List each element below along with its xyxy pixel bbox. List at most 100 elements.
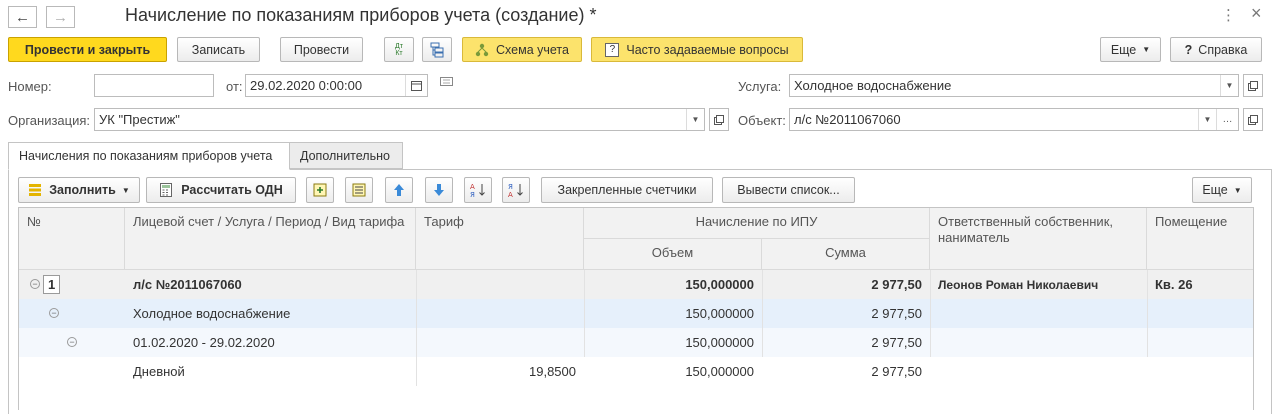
- service-value: Холодное водоснабжение: [794, 78, 952, 93]
- header-volume[interactable]: Объем: [584, 239, 762, 270]
- date-value: 29.02.2020 0:00:00: [250, 78, 363, 93]
- collapse-icon[interactable]: −: [30, 279, 40, 289]
- volume-cell: 150,000000: [685, 364, 754, 379]
- back-arrow-icon: ←: [15, 8, 30, 26]
- move-up-button[interactable]: [385, 177, 413, 203]
- fill-button[interactable]: Заполнить ▼: [18, 177, 140, 203]
- arrow-down-icon: [434, 184, 444, 196]
- sort-desc-button[interactable]: ЯА: [502, 177, 530, 203]
- premises-cell: Кв. 26: [1155, 277, 1193, 292]
- tariff-cell: 19,8500: [529, 364, 576, 379]
- open-icon: [1248, 80, 1258, 91]
- table-row[interactable]: Дневной 19,8500 150,000000 2 977,50: [19, 357, 1253, 386]
- list-row-button[interactable]: [345, 177, 373, 203]
- object-field[interactable]: л/с №2011067060 ▼ …: [789, 108, 1239, 131]
- organization-label: Организация:: [8, 113, 91, 128]
- header-tariff[interactable]: Тариф: [416, 208, 584, 270]
- scheme-icon: [475, 43, 489, 56]
- accruals-table: № Лицевой счет / Услуга / Период / Вид т…: [18, 207, 1254, 410]
- date-label: от:: [226, 79, 243, 94]
- write-button[interactable]: Записать: [177, 37, 260, 62]
- calendar-icon: [411, 81, 422, 91]
- post-button[interactable]: Провести: [280, 37, 363, 62]
- table-row[interactable]: − 01.02.2020 - 29.02.2020 150,000000 2 9…: [19, 328, 1253, 357]
- dt-kt-button[interactable]: Дт Кт: [384, 37, 414, 62]
- service-dropdown-icon[interactable]: ▼: [1220, 75, 1238, 96]
- organization-open-button[interactable]: [709, 108, 729, 131]
- number-label: Номер:: [8, 79, 52, 94]
- add-row-button[interactable]: [306, 177, 334, 203]
- service-open-button[interactable]: [1243, 74, 1263, 97]
- structure-button[interactable]: [422, 37, 452, 62]
- post-label: Провести: [293, 42, 350, 57]
- service-label: Услуга:: [738, 79, 782, 94]
- output-list-button[interactable]: Вывести список...: [722, 177, 855, 203]
- sort-descending-icon: ЯА: [508, 183, 523, 198]
- scheme-label: Схема учета: [496, 42, 569, 57]
- header-account[interactable]: Лицевой счет / Услуга / Период / Вид тар…: [125, 208, 416, 270]
- output-list-label: Вывести список...: [737, 183, 840, 197]
- sum-cell: 2 977,50: [871, 335, 922, 350]
- fixed-meters-button[interactable]: Закрепленные счетчики: [541, 177, 713, 203]
- open-icon: [1248, 114, 1258, 125]
- tab-additional[interactable]: Дополнительно: [289, 142, 403, 169]
- accounting-scheme-button[interactable]: Схема учета: [462, 37, 582, 62]
- svg-text:Я: Я: [508, 183, 513, 191]
- help-label: Справка: [1198, 42, 1248, 57]
- object-value: л/с №2011067060: [794, 112, 901, 127]
- account-cell: Дневной: [133, 364, 185, 379]
- dropdown-arrow-icon: ▼: [121, 185, 130, 195]
- forward-button[interactable]: →: [46, 6, 75, 28]
- volume-cell: 150,000000: [685, 306, 754, 321]
- post-and-close-button[interactable]: Провести и закрыть: [8, 37, 167, 62]
- table-row[interactable]: − 1 л/с №2011067060 150,000000 2 977,50 …: [19, 270, 1253, 299]
- close-icon[interactable]: ×: [1251, 3, 1262, 24]
- header-sum[interactable]: Сумма: [762, 239, 930, 270]
- header-premises[interactable]: Помещение: [1147, 208, 1253, 270]
- object-select-button[interactable]: …: [1216, 109, 1238, 130]
- service-field[interactable]: Холодное водоснабжение ▼: [789, 74, 1239, 97]
- calc-odn-label: Рассчитать ОДН: [181, 183, 283, 197]
- back-button[interactable]: ←: [8, 6, 37, 28]
- header-no[interactable]: №: [19, 208, 125, 270]
- tab-accruals-label: Начисления по показаниям приборов учета: [19, 149, 273, 163]
- sort-asc-button[interactable]: АЯ: [464, 177, 492, 203]
- volume-cell: 150,000000: [685, 277, 754, 292]
- organization-field[interactable]: УК "Престиж" ▼: [94, 108, 705, 131]
- question-icon: ?: [605, 42, 620, 57]
- help-icon: ?: [1184, 42, 1193, 57]
- organization-dropdown-icon[interactable]: ▼: [686, 109, 704, 130]
- dropdown-arrow-icon: ▼: [1142, 45, 1151, 54]
- fixed-meters-label: Закрепленные счетчики: [557, 183, 697, 197]
- tab-accruals[interactable]: Начисления по показаниям приборов учета: [8, 142, 290, 170]
- volume-cell: 150,000000: [685, 335, 754, 350]
- forward-arrow-icon: →: [53, 8, 68, 26]
- collapse-icon[interactable]: −: [49, 308, 59, 318]
- help-button[interactable]: ? Справка: [1170, 37, 1262, 62]
- row-number: 1: [43, 270, 63, 299]
- sum-cell: 2 977,50: [871, 364, 922, 379]
- tab-additional-label: Дополнительно: [300, 148, 390, 163]
- header-ipu[interactable]: Начисление по ИПУ: [584, 208, 930, 239]
- table-row[interactable]: − Холодное водоснабжение 150,000000 2 97…: [19, 299, 1253, 328]
- owner-cell: Леонов Роман Николаевич: [938, 277, 1099, 292]
- post-and-close-label: Провести и закрыть: [24, 42, 151, 57]
- object-dropdown-icon[interactable]: ▼: [1198, 109, 1216, 130]
- calc-odn-button[interactable]: Рассчитать ОДН: [146, 177, 296, 203]
- svg-text:Я: Я: [470, 191, 475, 198]
- collapse-icon[interactable]: −: [67, 337, 77, 347]
- number-field[interactable]: [94, 74, 214, 97]
- sort-ascending-icon: АЯ: [470, 183, 485, 198]
- move-down-button[interactable]: [425, 177, 453, 203]
- more-button[interactable]: Еще ▼: [1100, 37, 1161, 62]
- comment-icon[interactable]: [440, 77, 454, 89]
- kt-icon: Кт: [395, 49, 403, 57]
- calendar-button[interactable]: [405, 75, 427, 96]
- faq-button[interactable]: ? Часто задаваемые вопросы: [591, 37, 803, 62]
- object-open-button[interactable]: [1243, 108, 1263, 131]
- table-more-button[interactable]: Еще ▼: [1192, 177, 1252, 203]
- date-field[interactable]: 29.02.2020 0:00:00: [245, 74, 428, 97]
- fill-label: Заполнить: [49, 183, 116, 197]
- header-owner[interactable]: Ответственный собственник, наниматель: [930, 208, 1147, 270]
- more-menu-icon[interactable]: ⋮: [1221, 6, 1236, 24]
